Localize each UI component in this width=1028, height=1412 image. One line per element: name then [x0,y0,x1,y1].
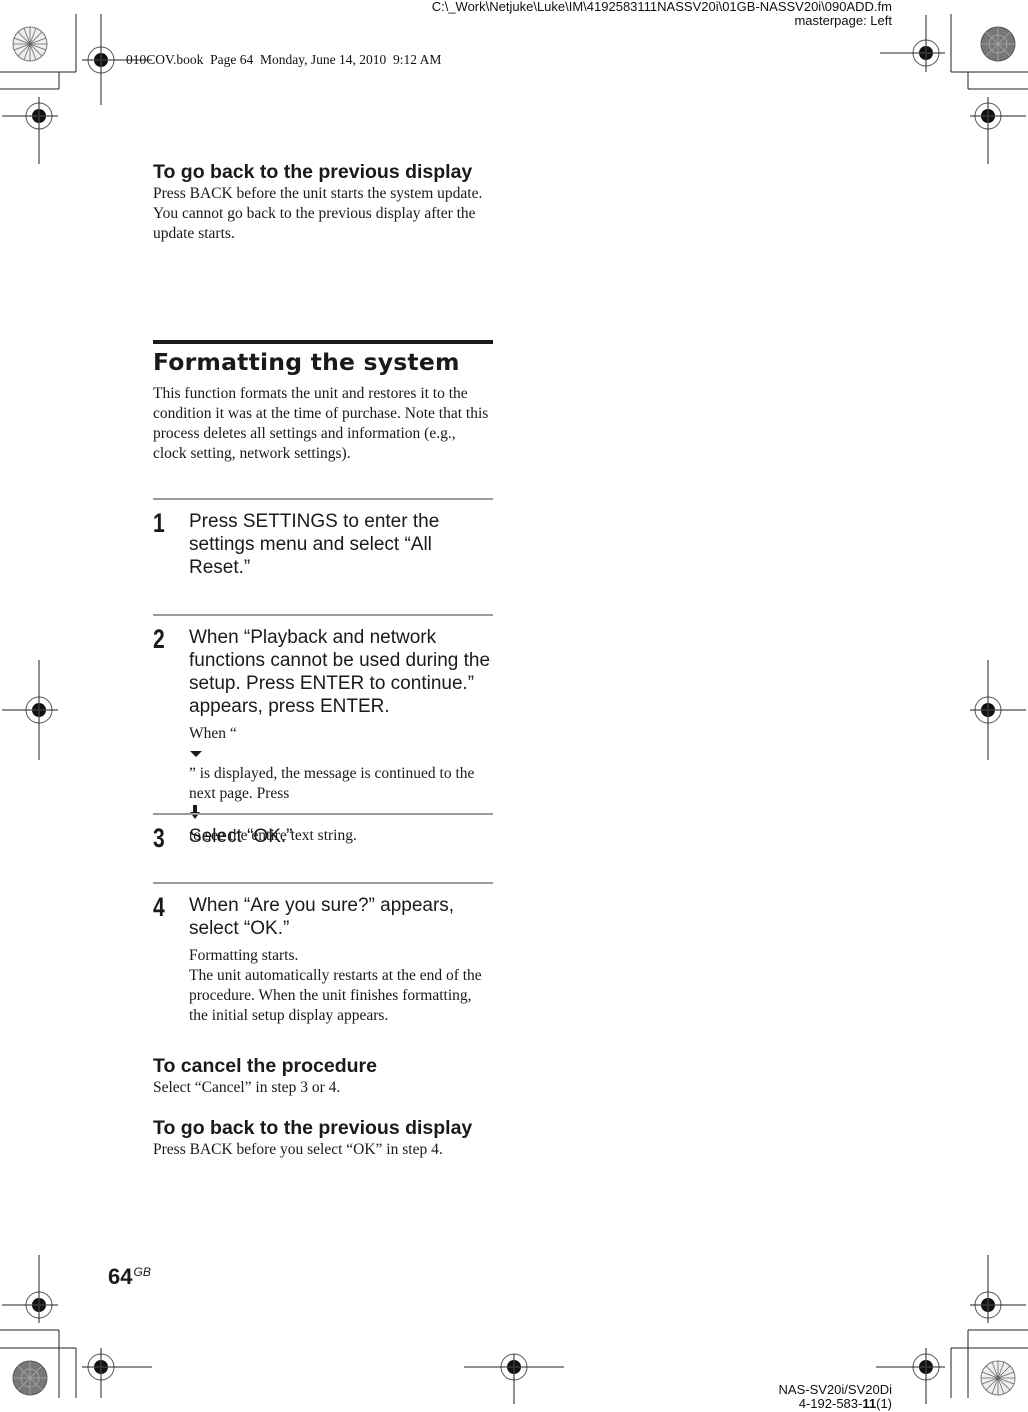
continue-triangle-icon [189,744,493,764]
color-bar-icon [980,26,1016,62]
section-title: Formatting the system [153,348,460,376]
back-text: Press BACK before you select “OK” in ste… [153,1141,443,1158]
step-text: When “Playback and network functions can… [189,627,491,717]
section-description: This function formats the unit and resto… [153,385,489,462]
model-name: NAS-SV20i/SV20Di [778,1382,892,1397]
color-bar-icon [980,1360,1016,1396]
step-number: 1 [153,508,165,538]
step-3: 3 Select “OK.” [153,813,493,882]
back-heading: To go back to the previous display [153,1117,473,1139]
intro-heading: To go back to the previous display [153,161,473,183]
intro-line: Press BACK before the unit starts the sy… [153,185,483,202]
step-4: 4 When “Are you sure?” appears, select “… [153,882,493,1042]
page-number-value: 64 [108,1264,133,1289]
cancel-text: Select “Cancel” in step 3 or 4. [153,1079,341,1096]
color-bar-icon [12,26,48,62]
intro-line: You cannot go back to the previous displ… [153,205,476,242]
step-number: 2 [153,624,165,654]
step-number: 3 [153,823,165,853]
step-text: When “Are you sure?” appears, select “OK… [189,895,455,939]
page-number-suffix: GB [133,1265,151,1279]
page-content: To go back to the previous display Press… [153,160,493,1160]
step-number: 4 [153,892,165,922]
step-1: 1 Press SETTINGS to enter the settings m… [153,498,493,614]
section-rule [153,340,493,344]
intro-text: Press BACK before the unit starts the sy… [153,184,493,244]
model-info: NAS-SV20i/SV20Di 4-192-583-11(1) [779,1383,892,1411]
color-bar-icon [12,1360,48,1396]
step-text: Press SETTINGS to enter the settings men… [189,511,440,578]
note-line: Formatting starts. [189,947,299,964]
note-line: The unit automatically restarts at the e… [189,967,482,1024]
step-text: Select “OK.” [189,826,293,847]
step-note: Formatting starts. The unit automaticall… [189,946,493,1026]
step-2: 2 When “Playback and network functions c… [153,614,493,844]
page-number: 64GB [108,1264,151,1290]
part-number: 4-192-583-11(1) [798,1396,892,1411]
cancel-heading: To cancel the procedure [153,1055,377,1077]
